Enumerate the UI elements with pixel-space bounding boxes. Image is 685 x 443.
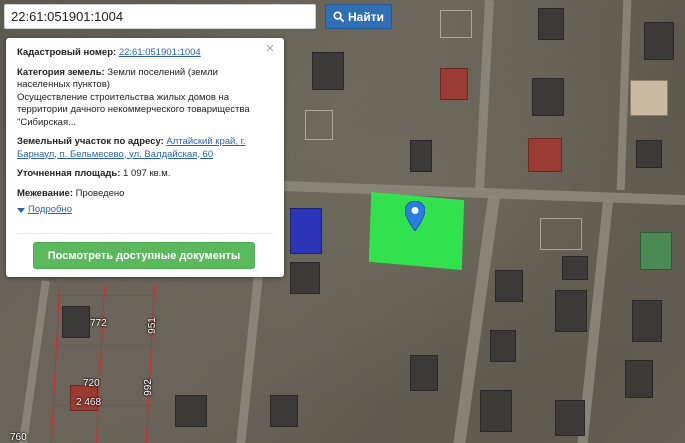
fence-outline <box>305 110 333 140</box>
fence-outline <box>540 218 582 250</box>
building <box>555 290 587 332</box>
cadastral-number-row: Кадастровый номер: 22:61:051901:1004 <box>17 47 273 60</box>
cadastral-label: 951 <box>146 317 158 334</box>
building <box>62 306 90 338</box>
building <box>290 262 320 294</box>
survey-label: Межевание: <box>17 187 73 199</box>
cadastral-label: 760 <box>10 432 27 443</box>
building <box>532 78 564 116</box>
building <box>625 360 653 398</box>
building <box>410 140 432 172</box>
building <box>312 52 344 90</box>
cadastral-label: 720 <box>83 378 100 389</box>
cadastral-label: 992 <box>142 379 154 396</box>
cadastral-boundary <box>50 285 61 443</box>
area-label: Уточненная площадь: <box>17 168 121 179</box>
search-icon <box>333 11 344 22</box>
area-value: 1 097 кв.м. <box>123 168 171 179</box>
road <box>475 0 494 191</box>
map-pin-icon[interactable] <box>405 201 425 231</box>
road <box>235 270 264 443</box>
search-button[interactable]: Найти <box>325 4 392 29</box>
address-row: Земельный участок по адресу: Алтайский к… <box>17 136 273 161</box>
cadastral-label: 2 468 <box>76 397 102 408</box>
cadastral-boundary <box>55 345 155 346</box>
survey-value: Проведено <box>75 187 125 199</box>
parcel-info-popup: × Кадастровый номер: 22:61:051901:1004 К… <box>6 38 284 277</box>
cadastral-boundary <box>55 405 155 406</box>
building <box>562 256 588 280</box>
address-label: Земельный участок по адресу: <box>17 136 164 147</box>
building <box>175 395 207 427</box>
building <box>630 80 668 116</box>
search-input[interactable] <box>4 4 316 29</box>
building <box>528 138 562 172</box>
close-icon[interactable]: × <box>264 41 276 56</box>
view-documents-button[interactable]: Посмотреть доступные документы <box>33 242 255 269</box>
building <box>644 22 674 60</box>
survey-row: Межевание: Проведено <box>17 188 273 201</box>
land-category-label: Категория земель: <box>17 66 105 78</box>
road <box>18 280 50 443</box>
divider <box>17 233 273 234</box>
permitted-use-text: Осуществление строительства жилых домов … <box>17 91 250 128</box>
more-details-toggle[interactable]: Подробно <box>17 204 273 217</box>
search-button-label: Найти <box>348 9 384 24</box>
cadastral-number-label: Кадастровый номер: <box>17 47 117 58</box>
caret-down-icon <box>17 207 25 213</box>
building <box>632 300 662 342</box>
area-row: Уточненная площадь: 1 097 кв.м. <box>17 168 273 181</box>
fence-outline <box>440 10 472 38</box>
building <box>636 140 662 168</box>
building <box>270 395 298 427</box>
land-category-row: Категория земель: Земли поселений (земли… <box>17 67 273 130</box>
building <box>640 232 672 270</box>
cadastral-boundary <box>145 285 156 443</box>
building <box>490 330 516 362</box>
building <box>410 355 438 391</box>
building <box>480 390 512 432</box>
more-details-link[interactable]: Подробно <box>28 204 72 217</box>
building <box>538 8 564 40</box>
cadastral-boundary <box>95 285 106 443</box>
building <box>495 270 523 302</box>
building <box>555 400 585 436</box>
building <box>290 208 322 254</box>
cadastral-label: 772 <box>90 318 107 329</box>
cadastral-number-link[interactable]: 22:61:051901:1004 <box>119 47 201 58</box>
cadastral-boundary <box>55 295 155 296</box>
building <box>440 68 468 100</box>
